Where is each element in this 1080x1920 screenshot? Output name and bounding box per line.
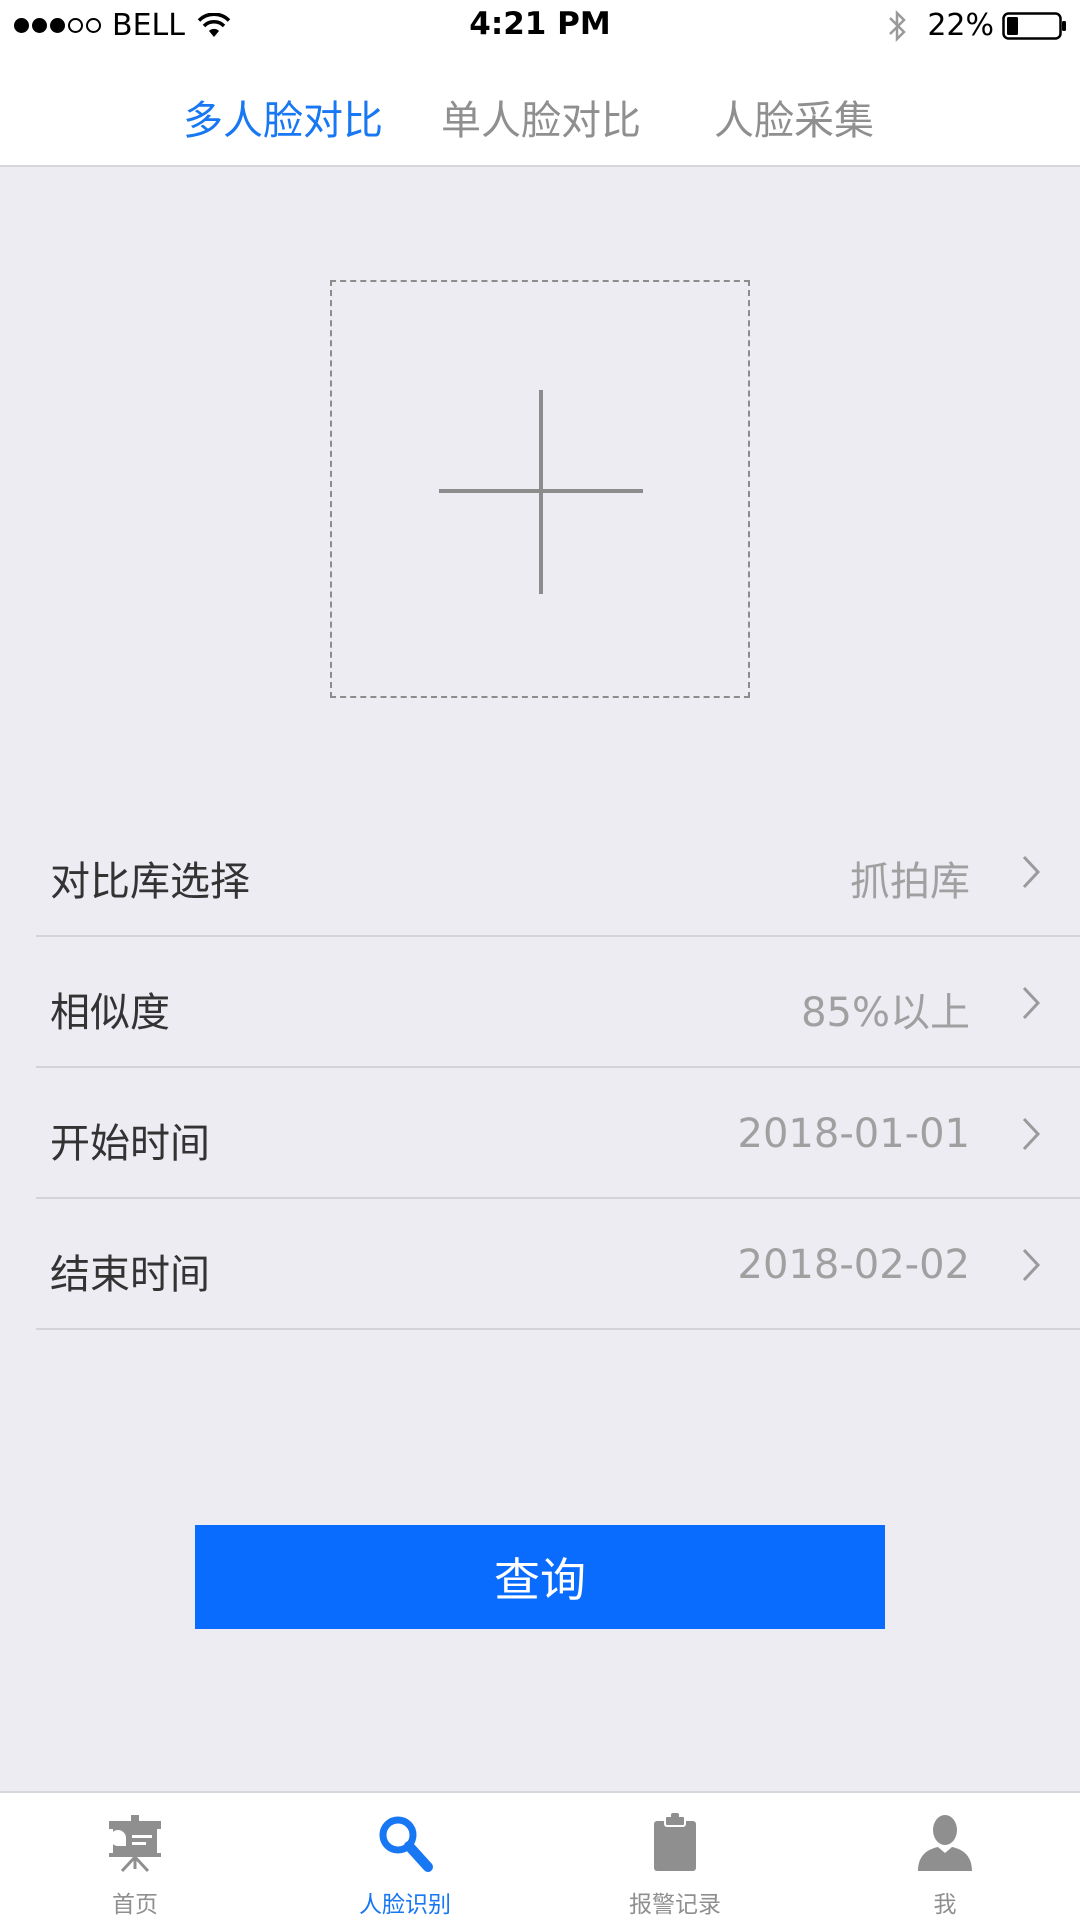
nav-alarm-records[interactable]: 报警记录 <box>540 1793 810 1920</box>
chevron-right-icon <box>1022 986 1041 1020</box>
row-end-time[interactable]: 结束时间 2018-02-02 <box>36 1199 1080 1330</box>
row-similarity[interactable]: 相似度 85%以上 <box>36 937 1080 1068</box>
nav-label: 人脸识别 <box>359 1892 451 1918</box>
filter-form: 对比库选择 抓拍库 相似度 85%以上 开始时间 2018-01-01 结束时间… <box>0 806 1080 1330</box>
row-start-time[interactable]: 开始时间 2018-01-01 <box>36 1068 1080 1199</box>
nav-label: 首页 <box>112 1892 158 1918</box>
chevron-right-icon <box>1022 1248 1041 1282</box>
nav-face-recognition[interactable]: 人脸识别 <box>270 1793 540 1920</box>
chevron-right-icon <box>1022 1117 1041 1151</box>
nav-label: 我 <box>933 1892 957 1918</box>
row-compare-library[interactable]: 对比库选择 抓拍库 <box>36 806 1080 937</box>
row-label: 结束时间 <box>50 1252 210 1298</box>
row-value: 85%以上 <box>801 990 970 1036</box>
row-value: 抓拍库 <box>850 859 970 905</box>
row-value: 2018-02-02 <box>737 1242 970 1288</box>
tab-multi-face-compare[interactable]: 多人脸对比 <box>183 88 383 146</box>
tab-single-face-compare[interactable]: 单人脸对比 <box>441 88 641 146</box>
row-value: 2018-01-01 <box>737 1111 970 1157</box>
query-button[interactable]: 查询 <box>195 1525 885 1629</box>
row-label: 相似度 <box>50 990 170 1036</box>
presentation-board-icon <box>109 1815 161 1873</box>
nav-home[interactable]: 首页 <box>0 1793 270 1920</box>
status-bar: BELL 4:21 PM 22% <box>0 0 1080 50</box>
status-right: 22% <box>887 8 1068 43</box>
battery-percent: 22% <box>927 8 994 43</box>
nav-label: 报警记录 <box>629 1892 721 1918</box>
nav-me[interactable]: 我 <box>810 1793 1080 1920</box>
row-label: 开始时间 <box>50 1121 210 1167</box>
screen: BELL 4:21 PM 22% 多人脸对比 单人脸对比 人脸采集 对比库选择 … <box>0 0 1080 1920</box>
row-label: 对比库选择 <box>50 859 250 905</box>
bluetooth-icon <box>889 9 907 42</box>
bottom-tab-bar: 首页 人脸识别 报警记录 我 <box>0 1791 1080 1920</box>
tab-face-capture[interactable]: 人脸采集 <box>714 88 874 146</box>
clipboard-icon <box>654 1813 696 1871</box>
segment-tabs: 多人脸对比 单人脸对比 人脸采集 <box>0 50 1080 167</box>
plus-icon-vertical <box>539 390 543 594</box>
chevron-right-icon <box>1022 855 1041 889</box>
user-icon <box>918 1815 972 1871</box>
add-photo-button[interactable] <box>330 280 750 698</box>
search-icon <box>379 1816 433 1872</box>
battery-icon <box>1002 11 1066 40</box>
